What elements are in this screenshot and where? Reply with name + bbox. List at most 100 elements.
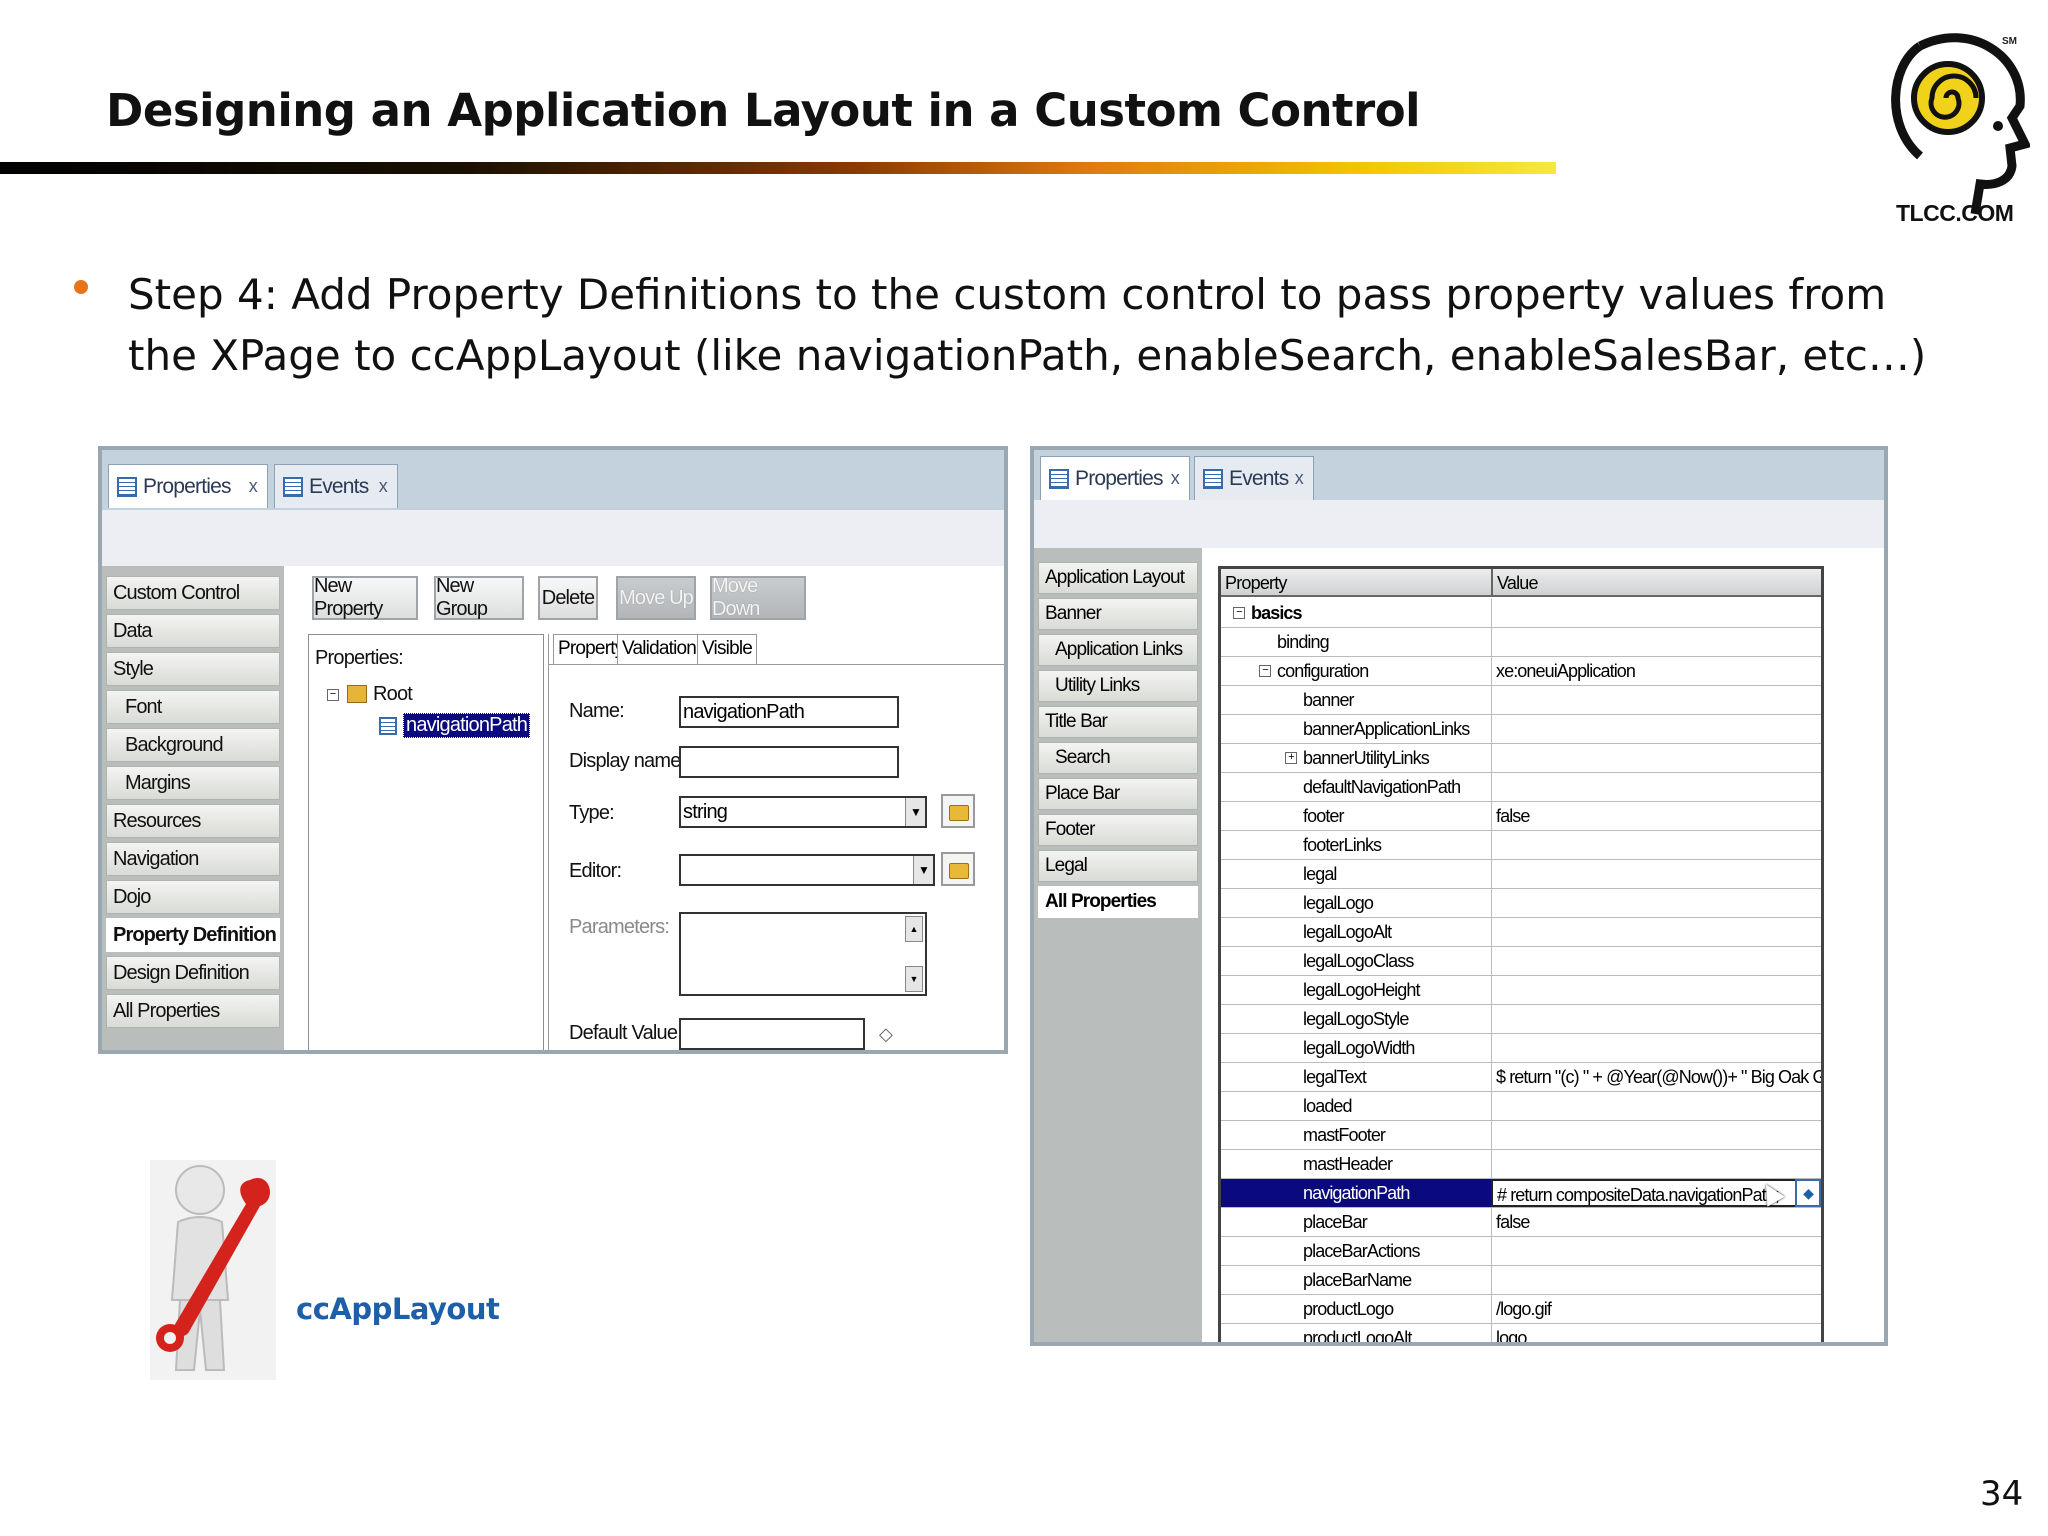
- nav-all-properties[interactable]: All Properties: [106, 994, 280, 1028]
- grid-row[interactable]: legal: [1221, 860, 1821, 889]
- property-name-cell[interactable]: mastHeader: [1303, 1150, 1393, 1178]
- grid-row[interactable]: footer false: [1221, 802, 1821, 831]
- property-name-cell[interactable]: legalLogo: [1303, 889, 1374, 917]
- grid-row[interactable]: legalLogoClass: [1221, 947, 1821, 976]
- tab-events[interactable]: Events x: [1194, 456, 1314, 500]
- editor-select[interactable]: ▼: [679, 854, 935, 886]
- grid-row[interactable]: defaultNavigationPath: [1221, 773, 1821, 802]
- grid-row[interactable]: binding: [1221, 628, 1821, 657]
- property-name-cell[interactable]: loaded: [1303, 1092, 1353, 1120]
- property-value-cell[interactable]: logo: [1491, 1324, 1821, 1342]
- move-down-button[interactable]: Move Down: [710, 575, 806, 620]
- nav-background[interactable]: Background: [106, 728, 280, 762]
- nav-custom-control[interactable]: Custom Control: [106, 576, 280, 610]
- editor-browse-button[interactable]: [941, 852, 975, 886]
- nav-data[interactable]: Data: [106, 614, 280, 648]
- nav-design-definition[interactable]: Design Definition: [106, 956, 280, 990]
- property-value-cell[interactable]: [1491, 599, 1821, 627]
- nav-legal[interactable]: Legal: [1038, 850, 1198, 882]
- property-name-cell[interactable]: productLogo: [1303, 1295, 1394, 1323]
- property-name-cell[interactable]: configuration: [1277, 657, 1369, 685]
- property-column-header[interactable]: Property: [1221, 569, 1491, 597]
- nav-title-bar[interactable]: Title Bar: [1038, 706, 1198, 738]
- grid-row[interactable]: + bannerUtilityLinks: [1221, 744, 1821, 773]
- default-value-field[interactable]: [679, 1018, 865, 1050]
- nav-all-properties[interactable]: All Properties: [1038, 886, 1198, 918]
- nav-place-bar[interactable]: Place Bar: [1038, 778, 1198, 810]
- new-property-button[interactable]: New Property: [312, 575, 418, 620]
- property-value-cell[interactable]: [1491, 628, 1821, 656]
- property-name-cell[interactable]: legal: [1303, 860, 1337, 888]
- property-name-cell[interactable]: legalLogoAlt: [1303, 918, 1392, 946]
- type-browse-button[interactable]: [941, 794, 975, 828]
- property-value-cell[interactable]: [1491, 1121, 1821, 1149]
- close-icon[interactable]: x: [1171, 468, 1180, 489]
- property-value-cell[interactable]: [1491, 1005, 1821, 1033]
- tree-root[interactable]: Root: [373, 683, 413, 706]
- property-name-cell[interactable]: mastFooter: [1303, 1121, 1386, 1149]
- grid-row[interactable]: legalLogoHeight: [1221, 976, 1821, 1005]
- property-name-cell[interactable]: legalLogoClass: [1303, 947, 1414, 975]
- property-name-cell[interactable]: defaultNavigationPath: [1303, 773, 1461, 801]
- property-name-cell[interactable]: placeBarName: [1303, 1266, 1412, 1294]
- grid-row[interactable]: placeBar false: [1221, 1208, 1821, 1237]
- property-value-cell[interactable]: [1491, 976, 1821, 1004]
- property-name-cell[interactable]: legalLogoWidth: [1303, 1034, 1415, 1062]
- property-name-cell[interactable]: productLogoAlt: [1303, 1324, 1412, 1342]
- grid-row[interactable]: loaded: [1221, 1092, 1821, 1121]
- tab-validation[interactable]: Validation: [617, 634, 702, 664]
- grid-row[interactable]: navigationPath # return compositeData.nav…: [1221, 1179, 1821, 1208]
- nav-navigation[interactable]: Navigation: [106, 842, 280, 876]
- property-name-cell[interactable]: footerLinks: [1303, 831, 1382, 859]
- grid-row[interactable]: legalLogoStyle: [1221, 1005, 1821, 1034]
- parameters-textarea[interactable]: ▲ ▼: [679, 912, 927, 996]
- property-value-cell[interactable]: [1491, 918, 1821, 946]
- tab-properties[interactable]: Properties x: [108, 464, 268, 508]
- chevron-down-icon[interactable]: ▼: [905, 798, 925, 826]
- property-value-cell[interactable]: [1491, 889, 1821, 917]
- grid-row[interactable]: productLogo/logo.gif: [1221, 1295, 1821, 1324]
- property-value-cell[interactable]: [1491, 1150, 1821, 1178]
- value-column-header[interactable]: Value: [1491, 569, 1538, 597]
- property-name-cell[interactable]: placeBar: [1303, 1208, 1368, 1236]
- delete-button[interactable]: Delete: [538, 576, 598, 620]
- type-select[interactable]: string ▼: [679, 796, 927, 828]
- collapse-icon[interactable]: −: [1233, 607, 1245, 619]
- property-name-cell[interactable]: basics: [1251, 599, 1303, 627]
- property-name-cell[interactable]: legalLogoHeight: [1303, 976, 1421, 1004]
- property-value-cell[interactable]: [1491, 686, 1821, 714]
- property-value-cell[interactable]: [1491, 1266, 1821, 1294]
- grid-row[interactable]: legalLogoAlt: [1221, 918, 1821, 947]
- grid-row[interactable]: − configuration xe:oneuiApplication: [1221, 657, 1821, 686]
- grid-row[interactable]: mastHeader: [1221, 1150, 1821, 1179]
- grid-row[interactable]: legalLogoWidth: [1221, 1034, 1821, 1063]
- property-value-cell[interactable]: false: [1491, 802, 1821, 830]
- expand-icon[interactable]: +: [1285, 752, 1297, 764]
- property-name-cell[interactable]: bannerUtilityLinks: [1303, 744, 1430, 772]
- property-name-cell[interactable]: banner: [1303, 686, 1355, 714]
- nav-font[interactable]: Font: [106, 690, 280, 724]
- scroll-up-icon[interactable]: ▲: [905, 916, 923, 942]
- nav-style[interactable]: Style: [106, 652, 280, 686]
- property-value-cell[interactable]: [1491, 773, 1821, 801]
- collapse-icon[interactable]: −: [1259, 665, 1271, 677]
- tree-node-navigationpath[interactable]: navigationPath: [403, 713, 531, 738]
- property-name-cell[interactable]: navigationPath: [1303, 1179, 1410, 1207]
- nav-application-layout[interactable]: Application Layout: [1038, 562, 1198, 594]
- property-value-cell[interactable]: false: [1491, 1208, 1821, 1236]
- grid-row[interactable]: mastFooter: [1221, 1121, 1821, 1150]
- property-name-cell[interactable]: bannerApplicationLinks: [1303, 715, 1470, 743]
- nav-dojo[interactable]: Dojo: [106, 880, 280, 914]
- grid-row[interactable]: footerLinks: [1221, 831, 1821, 860]
- nav-utility-links[interactable]: Utility Links: [1038, 670, 1198, 702]
- grid-row[interactable]: legalText $ return "(c) " + @Year(@Now())…: [1221, 1063, 1821, 1092]
- display-name-field[interactable]: [679, 746, 899, 778]
- property-value-cell[interactable]: [1491, 715, 1821, 743]
- nav-application-links[interactable]: Application Links: [1038, 634, 1198, 666]
- grid-row[interactable]: legalLogo: [1221, 889, 1821, 918]
- name-field[interactable]: navigationPath: [679, 696, 899, 728]
- tree-collapse-icon[interactable]: −: [327, 689, 339, 701]
- new-group-button[interactable]: New Group: [434, 575, 524, 620]
- close-icon[interactable]: x: [379, 476, 388, 497]
- grid-row[interactable]: placeBarName: [1221, 1266, 1821, 1295]
